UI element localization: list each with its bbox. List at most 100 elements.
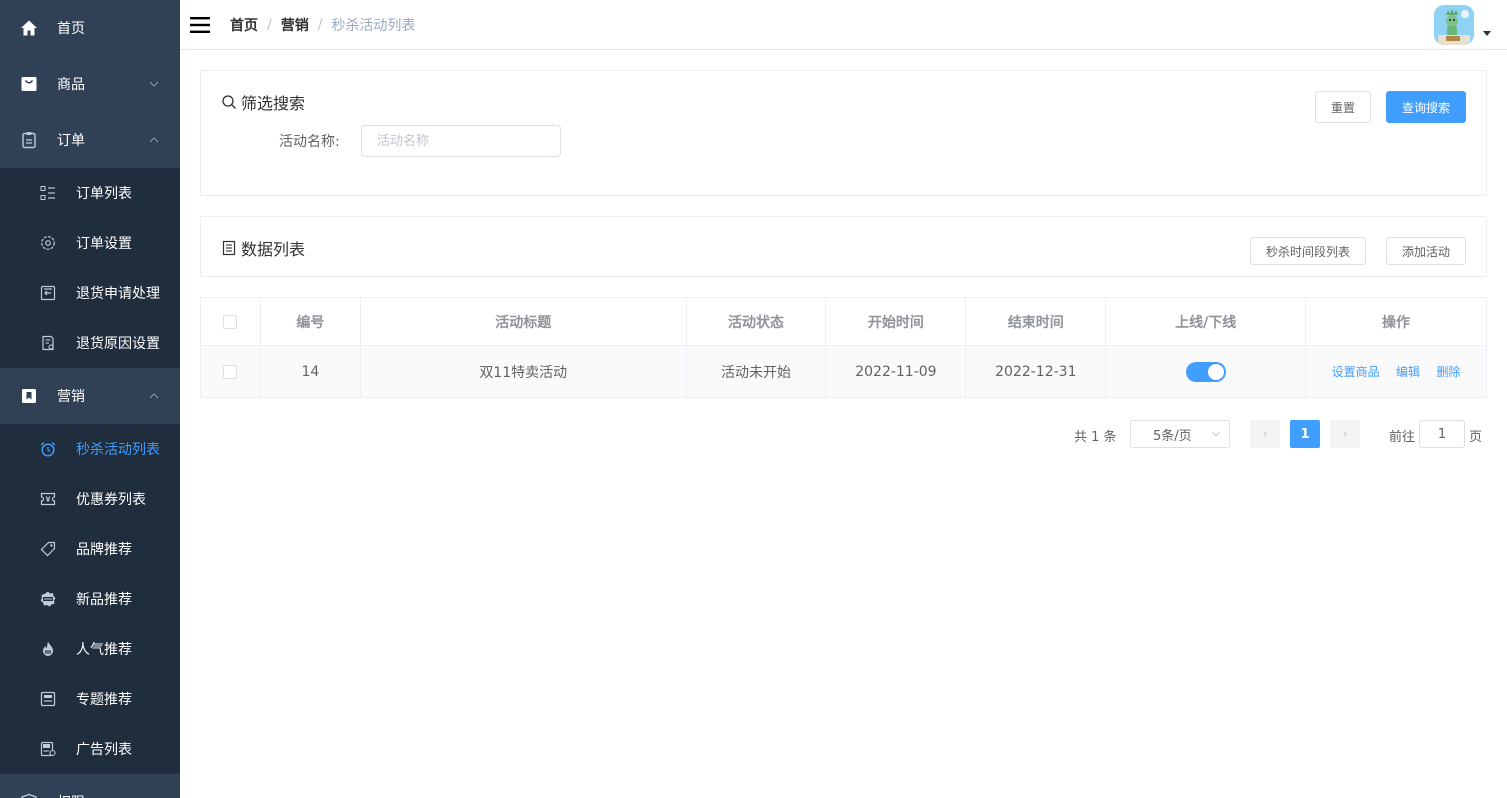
prev-page-button[interactable]: ‹ <box>1250 420 1280 448</box>
sidebar-item-return-reasons[interactable]: 退货原因设置 <box>0 318 180 368</box>
table-header-start: 开始时间 <box>825 297 967 346</box>
sidebar-item-marketing[interactable]: 营销 <box>0 368 180 424</box>
sidebar-item-label: 退货申请处理 <box>76 286 160 302</box>
breadcrumb-separator: / <box>267 16 272 33</box>
sidebar-item-home[interactable]: 首页 <box>0 0 180 56</box>
table-header-end: 结束时间 <box>965 297 1107 346</box>
return-icon <box>40 285 56 301</box>
topic-icon <box>40 691 56 707</box>
coupon-icon <box>40 491 56 507</box>
filter-title-text: 筛选搜索 <box>241 94 306 113</box>
sidebar-item-permissions[interactable]: 权限 <box>0 774 180 798</box>
hot-flame-icon <box>40 641 56 657</box>
pagination-total: 共 1 条 <box>1074 430 1117 445</box>
sidebar-item-orders[interactable]: 订单 <box>0 112 180 168</box>
main-content: 筛选搜索 重置 查询搜索 活动名称: 数据列表 秒杀时间段列表 添加活动 编号 … <box>180 50 1507 798</box>
sidebar-item-label: 首页 <box>57 21 85 37</box>
add-activity-button[interactable]: 添加活动 <box>1386 237 1466 265</box>
delete-link[interactable]: 删除 <box>1437 365 1461 379</box>
breadcrumb-current: 秒杀活动列表 <box>331 17 416 34</box>
settings-icon <box>40 235 56 251</box>
sidebar-item-brand-recommend[interactable]: 品牌推荐 <box>0 524 180 574</box>
page-unit-label: 页 <box>1469 430 1483 445</box>
sidebar-item-order-list[interactable]: 订单列表 <box>0 168 180 218</box>
top-navbar: 首页 / 营销 / 秒杀活动列表 <box>180 0 1507 50</box>
row-checkbox[interactable] <box>223 364 238 379</box>
search-button[interactable]: 查询搜索 <box>1386 91 1466 123</box>
sidebar-item-label: 订单 <box>57 133 85 149</box>
goto-label: 前往 <box>1389 430 1416 445</box>
table-header-id: 编号 <box>259 297 361 346</box>
breadcrumb-marketing[interactable]: 营销 <box>281 15 309 35</box>
activity-name-input[interactable] <box>361 125 561 157</box>
sidebar-item-ad-list[interactable]: 广告列表 <box>0 724 180 774</box>
sidebar-item-label: 新品推荐 <box>76 592 132 608</box>
activity-table: 编号 活动标题 活动状态 开始时间 结束时间 上线/下线 操作 14 双11特卖… <box>200 297 1487 398</box>
sidebar: 首页 商品 订单 订单列表 订单设置 退货申请处理 退货原因设置 营销 秒杀活动… <box>0 0 180 798</box>
timeslot-list-button[interactable]: 秒杀时间段列表 <box>1250 237 1366 265</box>
bookmark-icon <box>20 387 38 405</box>
edit-link[interactable]: 编辑 <box>1396 365 1420 379</box>
select-all-checkbox[interactable] <box>223 314 238 329</box>
table-row: 14 双11特卖活动 活动未开始 2022-11-09 2022-12-31 设… <box>200 345 1487 398</box>
doc-settings-icon <box>40 335 56 351</box>
chevron-up-icon <box>149 393 159 399</box>
activity-name-label: 活动名称: <box>279 134 340 150</box>
row-end-time: 2022-12-31 <box>965 345 1107 398</box>
goto-page-input[interactable] <box>1419 420 1465 448</box>
row-id: 14 <box>259 345 361 398</box>
table-header-status: 活动状态 <box>685 297 827 346</box>
list-title: 数据列表 <box>221 236 305 260</box>
sidebar-item-label: 营销 <box>57 389 85 405</box>
sidebar-item-coupons[interactable]: 优惠券列表 <box>0 474 180 524</box>
filter-title: 筛选搜索 <box>221 90 305 114</box>
avatar[interactable] <box>1434 5 1474 45</box>
document-icon <box>221 240 237 256</box>
chevron-up-icon <box>149 137 159 143</box>
sidebar-item-popular-recommend[interactable]: 人气推荐 <box>0 624 180 674</box>
online-toggle[interactable] <box>1185 361 1226 382</box>
row-title: 双11特卖活动 <box>359 345 687 398</box>
caret-down-icon <box>1483 31 1491 36</box>
chevron-down-icon <box>149 81 159 87</box>
sidebar-item-label: 品牌推荐 <box>76 542 132 558</box>
sidebar-item-return-requests[interactable]: 退货申请处理 <box>0 268 180 318</box>
sidebar-item-label: 商品 <box>57 77 85 93</box>
page-size-select[interactable]: 5条/页 <box>1130 420 1230 448</box>
row-online-cell <box>1105 345 1307 398</box>
list-title-text: 数据列表 <box>241 240 306 259</box>
sidebar-item-label: 秒杀活动列表 <box>76 442 160 458</box>
next-page-button[interactable]: › <box>1330 420 1360 448</box>
shield-icon <box>20 793 38 798</box>
table-header-title: 活动标题 <box>359 297 687 346</box>
new-badge-icon <box>40 591 56 607</box>
hamburger-icon[interactable] <box>190 15 210 35</box>
sidebar-item-label: 订单设置 <box>76 236 132 252</box>
sidebar-item-new-recommend[interactable]: 新品推荐 <box>0 574 180 624</box>
row-status: 活动未开始 <box>685 345 827 398</box>
clipboard-icon <box>20 131 38 149</box>
page-number-current[interactable]: 1 <box>1290 420 1320 448</box>
reset-button[interactable]: 重置 <box>1315 91 1371 123</box>
sidebar-item-label: 人气推荐 <box>76 642 132 658</box>
sidebar-item-label: 订单列表 <box>76 186 132 202</box>
page-size-value: 5条/页 <box>1153 428 1192 444</box>
sidebar-item-topic-recommend[interactable]: 专题推荐 <box>0 674 180 724</box>
sidebar-item-order-settings[interactable]: 订单设置 <box>0 218 180 268</box>
table-header-online: 上线/下线 <box>1105 297 1307 346</box>
user-avatar-dropdown[interactable] <box>1434 5 1491 45</box>
pagination: 共 1 条 5条/页 ‹ 1 › 前往 页 <box>180 420 1507 448</box>
search-icon <box>221 94 237 110</box>
breadcrumb-home[interactable]: 首页 <box>230 15 258 35</box>
sidebar-item-flash-sale[interactable]: 秒杀活动列表 <box>0 424 180 474</box>
list-icon <box>40 185 56 201</box>
row-select-cell <box>200 345 261 398</box>
alarm-clock-icon <box>40 441 56 457</box>
sidebar-item-label: 专题推荐 <box>76 692 132 708</box>
sidebar-item-products[interactable]: 商品 <box>0 56 180 112</box>
filter-card: 筛选搜索 重置 查询搜索 活动名称: <box>200 70 1487 196</box>
set-products-link[interactable]: 设置商品 <box>1332 365 1380 379</box>
tag-icon <box>40 541 56 557</box>
breadcrumb: 首页 / 营销 / 秒杀活动列表 <box>230 15 415 35</box>
table-header-row: 编号 活动标题 活动状态 开始时间 结束时间 上线/下线 操作 <box>200 297 1487 346</box>
